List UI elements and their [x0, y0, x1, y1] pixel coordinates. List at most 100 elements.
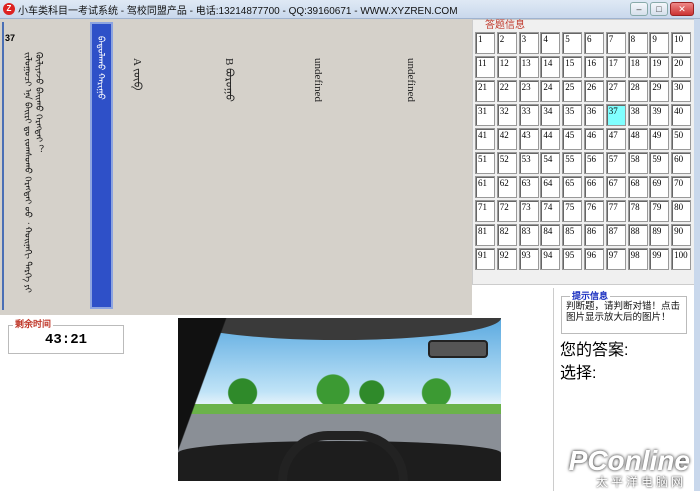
answer-cell[interactable]: 93 [518, 248, 539, 270]
answer-cell[interactable]: 58 [627, 152, 648, 174]
answer-cell[interactable]: 63 [518, 176, 539, 198]
answer-cell[interactable]: 68 [627, 176, 648, 198]
answer-cell[interactable]: 36 [583, 104, 604, 126]
answer-cell[interactable]: 44 [540, 128, 561, 150]
answer-cell[interactable]: 70 [671, 176, 692, 198]
answer-cell[interactable]: 56 [583, 152, 604, 174]
answer-cell[interactable]: 55 [562, 152, 583, 174]
answer-cell[interactable]: 38 [627, 104, 648, 126]
answer-cell[interactable]: 80 [671, 200, 692, 222]
answer-cell[interactable]: 88 [627, 224, 648, 246]
answer-cell[interactable]: 47 [605, 128, 626, 150]
answer-cell[interactable]: 1 [475, 32, 495, 54]
answer-cell[interactable]: 26 [583, 80, 604, 102]
option-c[interactable]: undefined [311, 58, 324, 148]
answer-cell[interactable]: 75 [562, 200, 583, 222]
answer-cell[interactable]: 52 [496, 152, 517, 174]
answer-cell[interactable]: 73 [518, 200, 539, 222]
answer-cell[interactable]: 10 [671, 32, 692, 54]
answer-cell[interactable]: 49 [649, 128, 670, 150]
answer-cell[interactable]: 24 [540, 80, 561, 102]
answer-cell[interactable]: 41 [475, 128, 495, 150]
answer-cell[interactable]: 4 [540, 32, 561, 54]
question-image[interactable] [178, 318, 501, 481]
answer-cell[interactable]: 67 [605, 176, 626, 198]
answer-cell[interactable]: 92 [496, 248, 517, 270]
answer-cell[interactable]: 60 [671, 152, 692, 174]
answer-cell[interactable]: 95 [562, 248, 583, 270]
maximize-button[interactable]: □ [650, 2, 668, 16]
answer-cell[interactable]: 53 [518, 152, 539, 174]
answer-cell[interactable]: 28 [627, 80, 648, 102]
answer-cell[interactable]: 66 [583, 176, 604, 198]
answer-cell[interactable]: 16 [583, 56, 604, 78]
option-b[interactable]: B ᠪᠤᠷᠤᠭᠤ [222, 58, 235, 148]
answer-cell[interactable]: 79 [649, 200, 670, 222]
answer-cell[interactable]: 71 [475, 200, 495, 222]
answer-cell[interactable]: 30 [671, 80, 692, 102]
answer-cell[interactable]: 91 [475, 248, 495, 270]
answer-cell[interactable]: 15 [562, 56, 583, 78]
answer-cell[interactable]: 34 [540, 104, 561, 126]
answer-cell[interactable]: 82 [496, 224, 517, 246]
answer-cell[interactable]: 7 [605, 32, 626, 54]
answer-cell[interactable]: 57 [605, 152, 626, 174]
answer-cell[interactable]: 50 [671, 128, 692, 150]
answer-cell[interactable]: 43 [518, 128, 539, 150]
answer-cell[interactable]: 77 [605, 200, 626, 222]
answer-cell[interactable]: 25 [562, 80, 583, 102]
answer-cell[interactable]: 100 [671, 248, 692, 270]
option-a[interactable]: A ᠵᠥᠪ [130, 58, 143, 148]
answer-cell[interactable]: 84 [540, 224, 561, 246]
answer-cell[interactable]: 62 [496, 176, 517, 198]
answer-cell[interactable]: 33 [518, 104, 539, 126]
answer-cell[interactable]: 65 [562, 176, 583, 198]
answer-cell[interactable]: 20 [671, 56, 692, 78]
answer-cell[interactable]: 89 [649, 224, 670, 246]
answer-cell[interactable]: 18 [627, 56, 648, 78]
option-d[interactable]: undefined [404, 58, 417, 148]
minimize-button[interactable]: – [630, 2, 648, 16]
close-button[interactable]: ✕ [670, 2, 694, 16]
answer-cell[interactable]: 23 [518, 80, 539, 102]
answer-cell[interactable]: 40 [671, 104, 692, 126]
answer-cell[interactable]: 64 [540, 176, 561, 198]
answer-cell[interactable]: 51 [475, 152, 495, 174]
answer-cell[interactable]: 96 [583, 248, 604, 270]
answer-cell[interactable]: 5 [562, 32, 583, 54]
answer-cell[interactable]: 14 [540, 56, 561, 78]
answer-cell[interactable]: 39 [649, 104, 670, 126]
answer-cell[interactable]: 29 [649, 80, 670, 102]
answer-cell[interactable]: 59 [649, 152, 670, 174]
answer-cell[interactable]: 17 [605, 56, 626, 78]
answer-cell[interactable]: 48 [627, 128, 648, 150]
answer-cell[interactable]: 72 [496, 200, 517, 222]
answer-cell[interactable]: 98 [627, 248, 648, 270]
answer-cell[interactable]: 54 [540, 152, 561, 174]
answer-cell[interactable]: 37 [605, 104, 626, 126]
answer-cell[interactable]: 78 [627, 200, 648, 222]
answer-cell[interactable]: 99 [649, 248, 670, 270]
answer-cell[interactable]: 45 [562, 128, 583, 150]
answer-cell[interactable]: 27 [605, 80, 626, 102]
answer-cell[interactable]: 42 [496, 128, 517, 150]
answer-cell[interactable]: 69 [649, 176, 670, 198]
answer-cell[interactable]: 32 [496, 104, 517, 126]
answer-cell[interactable]: 87 [605, 224, 626, 246]
answer-cell[interactable]: 2 [496, 32, 517, 54]
answer-cell[interactable]: 31 [475, 104, 495, 126]
answer-cell[interactable]: 46 [583, 128, 604, 150]
answer-cell[interactable]: 86 [583, 224, 604, 246]
answer-cell[interactable]: 8 [627, 32, 648, 54]
answer-cell[interactable]: 22 [496, 80, 517, 102]
answer-cell[interactable]: 35 [562, 104, 583, 126]
answer-cell[interactable]: 61 [475, 176, 495, 198]
answer-cell[interactable]: 90 [671, 224, 692, 246]
answer-cell[interactable]: 97 [605, 248, 626, 270]
answer-cell[interactable]: 74 [540, 200, 561, 222]
answer-cell[interactable]: 21 [475, 80, 495, 102]
answer-cell[interactable]: 6 [583, 32, 604, 54]
answer-cell[interactable]: 13 [518, 56, 539, 78]
answer-cell[interactable]: 83 [518, 224, 539, 246]
answer-cell[interactable]: 9 [649, 32, 670, 54]
